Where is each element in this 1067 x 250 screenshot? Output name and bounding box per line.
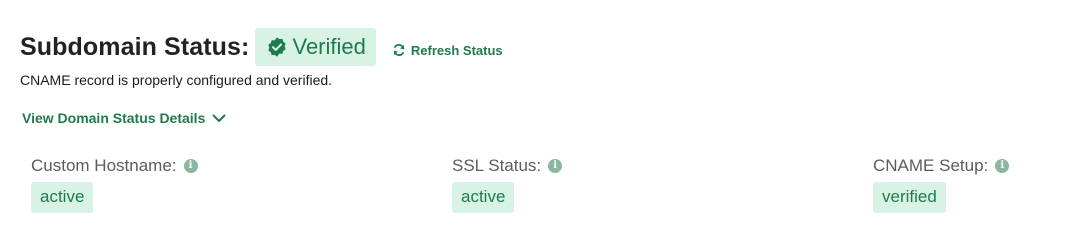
subdomain-status-panel: Subdomain Status: Verified Refresh Statu… (0, 0, 1067, 250)
status-value-badge: active (31, 182, 94, 213)
refresh-status-label: Refresh Status (410, 42, 503, 58)
field-ssl-status: SSL Status: i active (452, 156, 563, 213)
status-description: CNAME record is properly configured and … (20, 72, 333, 88)
page-title: Subdomain Status: (20, 32, 250, 61)
chevron-down-icon (212, 114, 226, 122)
field-label: Custom Hostname: (31, 156, 177, 175)
field-custom-hostname: Custom Hostname: i active (31, 156, 198, 213)
info-icon[interactable]: i (183, 159, 198, 173)
refresh-status-button[interactable]: Refresh Status (392, 37, 503, 58)
status-value-badge: verified (873, 182, 946, 213)
title-row: Subdomain Status: Verified Refresh Statu… (20, 28, 503, 66)
verified-status-label: Verified (292, 34, 366, 59)
refresh-icon (393, 44, 405, 56)
view-details-toggle[interactable]: View Domain Status Details (22, 110, 226, 126)
check-badge-icon (268, 37, 287, 57)
info-icon[interactable]: i (995, 159, 1010, 173)
field-cname-setup: CNAME Setup: i verified (873, 156, 1010, 213)
view-details-label: View Domain Status Details (22, 110, 206, 126)
field-label: SSL Status: (452, 156, 542, 175)
status-value-badge: active (452, 182, 515, 213)
info-icon[interactable]: i (548, 159, 563, 173)
field-label: CNAME Setup: (873, 156, 989, 175)
verified-status-badge: Verified (255, 28, 376, 66)
